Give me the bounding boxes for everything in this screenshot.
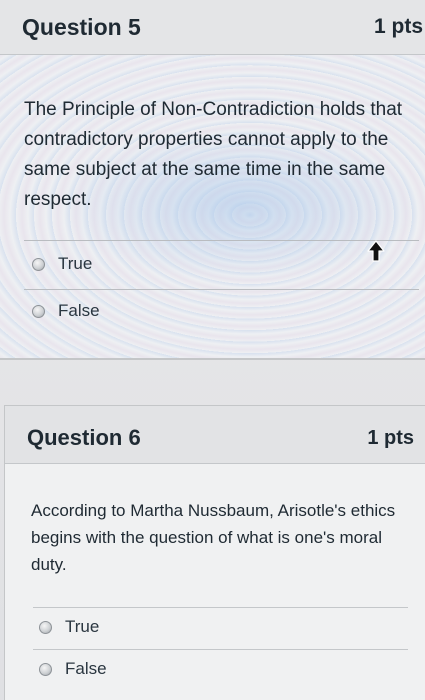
answer-divider bbox=[33, 607, 408, 608]
question-header: Question 6 1 pts bbox=[5, 405, 425, 464]
answer-option-true[interactable]: True bbox=[39, 615, 99, 639]
radio-button[interactable] bbox=[32, 304, 45, 318]
radio-button[interactable] bbox=[32, 257, 45, 271]
question-points: 1 pts bbox=[367, 427, 414, 449]
answer-option-true[interactable]: True bbox=[32, 252, 92, 276]
answer-option-false[interactable]: False bbox=[39, 657, 107, 681]
question-title: Question 5 bbox=[22, 14, 141, 40]
answer-label: True bbox=[65, 617, 100, 636]
radio-button[interactable] bbox=[39, 620, 52, 634]
answer-option-false[interactable]: False bbox=[32, 299, 100, 323]
radio-button[interactable] bbox=[39, 662, 52, 676]
question-card-5: Question 5 1 pts The Principle of Non-Co… bbox=[0, 0, 425, 360]
answer-divider bbox=[24, 240, 419, 241]
question-header: Question 5 1 pts bbox=[0, 0, 425, 55]
answer-divider bbox=[33, 649, 408, 650]
question-body: The Principle of Non-Contradiction holds… bbox=[0, 55, 425, 358]
quiz-page: Question 5 1 pts The Principle of Non-Co… bbox=[0, 0, 425, 700]
question-points: 1 pts bbox=[373, 15, 423, 38]
answer-label: False bbox=[58, 301, 100, 320]
question-text: According to Martha Nussbaum, Arisotle's… bbox=[31, 501, 396, 574]
answer-label: True bbox=[58, 254, 93, 273]
mouse-pointer-icon bbox=[367, 240, 385, 262]
question-text: The Principle of Non-Contradiction holds… bbox=[24, 99, 403, 210]
question-card-6: Question 6 1 pts According to Martha Nus… bbox=[4, 405, 425, 700]
answer-divider bbox=[24, 289, 419, 290]
answer-label: False bbox=[65, 659, 107, 678]
question-title: Question 6 bbox=[27, 425, 141, 450]
